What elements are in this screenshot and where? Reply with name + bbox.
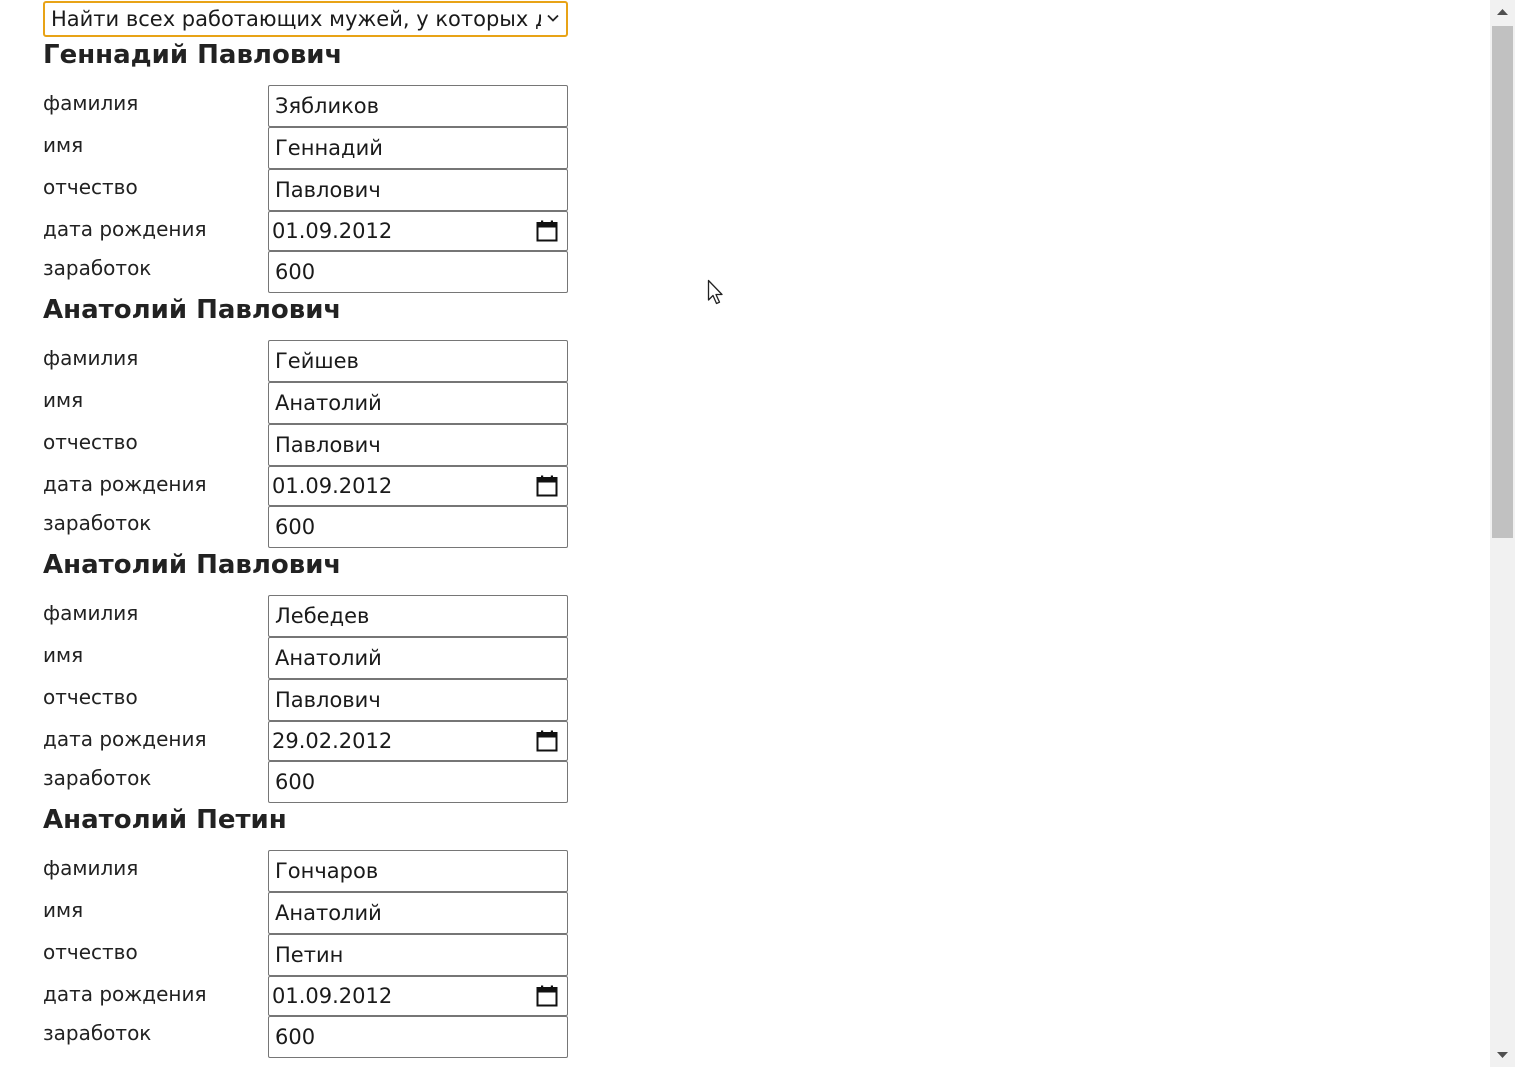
scroll-up-arrow-icon[interactable]: [1490, 0, 1515, 24]
scroll-down-arrow-icon[interactable]: [1490, 1043, 1515, 1067]
birth-date-field[interactable]: 01.09.2012: [268, 976, 568, 1016]
surname-field[interactable]: Лебедев: [268, 595, 568, 637]
first-name-field[interactable]: Геннадий: [268, 127, 568, 169]
birth-date-value: 01.09.2012: [272, 219, 393, 243]
first-name-label: имя: [43, 133, 84, 157]
first-name-field[interactable]: Анатолий: [268, 637, 568, 679]
calendar-icon[interactable]: [536, 985, 558, 1007]
birth-date-label: дата рождения: [43, 217, 207, 241]
scroll-thumb[interactable]: [1492, 26, 1513, 538]
person-title: Геннадий Павлович: [43, 40, 343, 70]
salary-label: заработок: [43, 256, 152, 280]
birth-date-field[interactable]: 01.09.2012: [268, 211, 568, 251]
birth-date-value: 29.02.2012: [272, 729, 393, 753]
patronymic-field[interactable]: Петин: [268, 934, 568, 976]
calendar-icon[interactable]: [536, 730, 558, 752]
calendar-icon[interactable]: [536, 475, 558, 497]
person-title: Анатолий Павлович: [43, 295, 342, 325]
birth-date-value: 01.09.2012: [272, 474, 393, 498]
surname-field[interactable]: Зябликов: [268, 85, 568, 127]
surname-field[interactable]: Гончаров: [268, 850, 568, 892]
mouse-cursor-icon: [707, 279, 723, 305]
first-name-field[interactable]: Анатолий: [268, 382, 568, 424]
salary-field[interactable]: 600: [268, 506, 568, 548]
first-name-label: имя: [43, 898, 84, 922]
first-name-label: имя: [43, 388, 84, 412]
surname-label: фамилия: [43, 856, 139, 880]
salary-label: заработок: [43, 1021, 152, 1045]
patronymic-label: отчество: [43, 175, 138, 199]
patronymic-field[interactable]: Павлович: [268, 424, 568, 466]
page: Найти всех работающих мужей, у которых д…: [0, 0, 1515, 1067]
patronymic-field[interactable]: Павлович: [268, 679, 568, 721]
surname-label: фамилия: [43, 601, 139, 625]
surname-label: фамилия: [43, 91, 139, 115]
patronymic-label: отчество: [43, 940, 138, 964]
surname-field[interactable]: Гейшев: [268, 340, 568, 382]
first-name-label: имя: [43, 643, 84, 667]
salary-field[interactable]: 600: [268, 1016, 568, 1058]
vertical-scrollbar[interactable]: [1490, 0, 1515, 1067]
person-title: Анатолий Петин: [43, 805, 287, 835]
birth-date-label: дата рождения: [43, 727, 207, 751]
calendar-icon[interactable]: [536, 220, 558, 242]
birth-date-value: 01.09.2012: [272, 984, 393, 1008]
salary-field[interactable]: 600: [268, 761, 568, 803]
patronymic-label: отчество: [43, 430, 138, 454]
person-title: Анатолий Павлович: [43, 550, 342, 580]
first-name-field[interactable]: Анатолий: [268, 892, 568, 934]
salary-label: заработок: [43, 766, 152, 790]
surname-label: фамилия: [43, 346, 139, 370]
salary-field[interactable]: 600: [268, 251, 568, 293]
query-select-value: Найти всех работающих мужей, у которых д: [51, 7, 541, 31]
birth-date-label: дата рождения: [43, 472, 207, 496]
patronymic-field[interactable]: Павлович: [268, 169, 568, 211]
birth-date-field[interactable]: 29.02.2012: [268, 721, 568, 761]
birth-date-field[interactable]: 01.09.2012: [268, 466, 568, 506]
birth-date-label: дата рождения: [43, 982, 207, 1006]
chevron-down-icon: [547, 14, 559, 22]
query-select[interactable]: Найти всех работающих мужей, у которых д: [43, 1, 568, 37]
patronymic-label: отчество: [43, 685, 138, 709]
salary-label: заработок: [43, 511, 152, 535]
